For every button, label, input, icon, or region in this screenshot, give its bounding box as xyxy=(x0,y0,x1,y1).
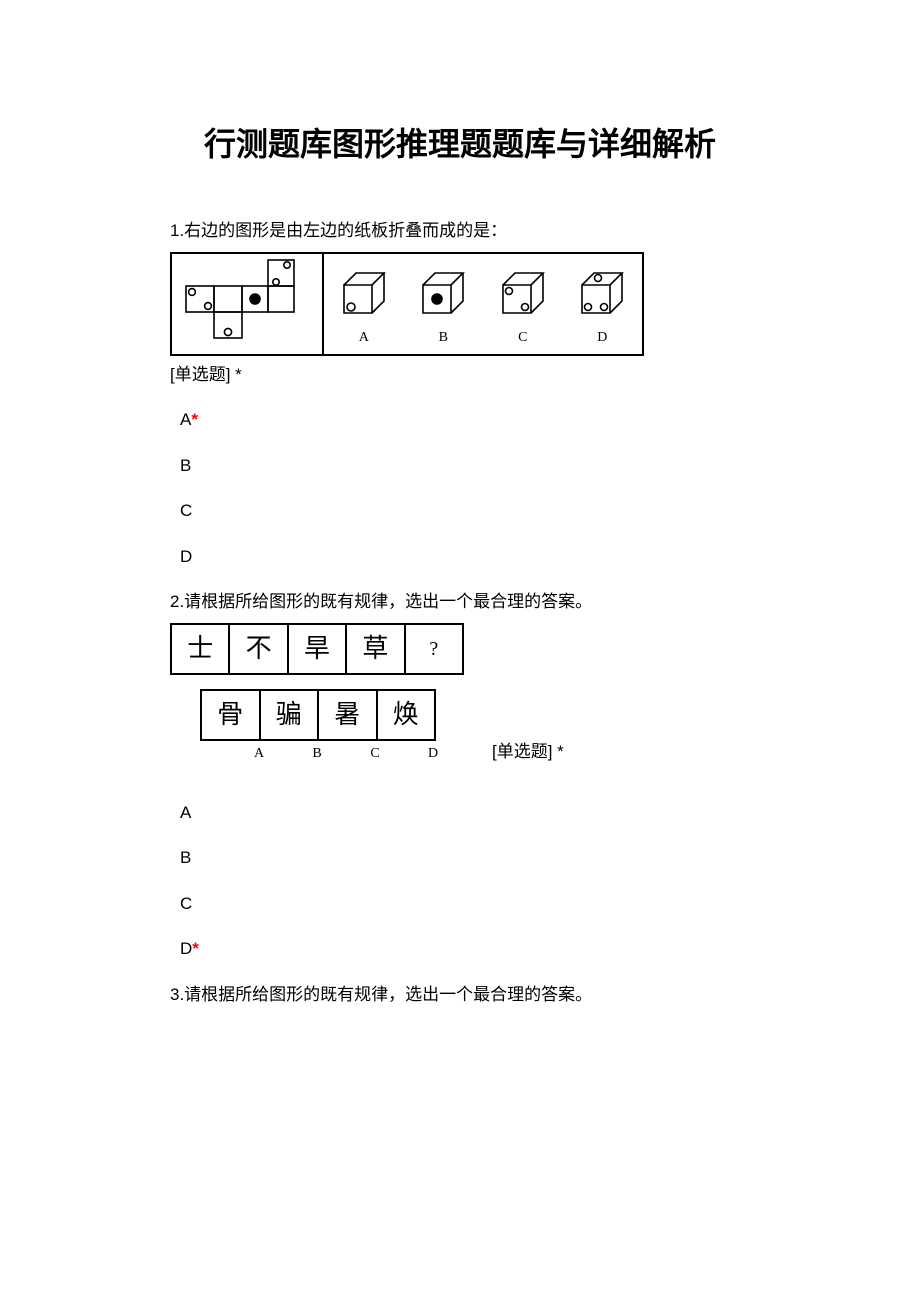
correct-star-icon: * xyxy=(192,939,199,958)
grid-cell: 草 xyxy=(347,625,405,673)
grid-cell: 骗 xyxy=(261,691,320,739)
option-label: B xyxy=(180,848,191,867)
cube-icon xyxy=(495,267,551,323)
char-row-2: 骨 骗 暑 焕 xyxy=(200,689,436,741)
answer-labels: A B C D xyxy=(230,743,462,764)
option-a[interactable]: A xyxy=(180,800,750,826)
option-label: A xyxy=(180,410,191,429)
question-text: 3.请根据所给图形的既有规律，选出一个最合理的答案。 xyxy=(170,982,750,1008)
answer-label: C xyxy=(346,743,404,764)
answer-cube-b: B xyxy=(415,267,471,348)
question-2-figure: 士 不 旱 草 ? 骨 骗 暑 焕 A B C D xyxy=(170,623,750,764)
answer-label: B xyxy=(288,743,346,764)
cube-net-icon xyxy=(172,254,324,354)
page-title: 行测题库图形推理题题库与详细解析 xyxy=(170,120,750,168)
answer-label: D xyxy=(404,743,462,764)
option-c[interactable]: C xyxy=(180,498,750,524)
grid-cell-question: ? xyxy=(406,625,462,673)
option-label: A xyxy=(180,803,191,822)
answer-cube-c: C xyxy=(495,267,551,348)
question-3: 3.请根据所给图形的既有规律，选出一个最合理的答案。 xyxy=(170,982,750,1008)
question-type-tag: [单选题] * xyxy=(170,362,750,388)
correct-star-icon: * xyxy=(191,410,198,429)
answer-label: A xyxy=(230,743,288,764)
option-d[interactable]: D xyxy=(180,544,750,570)
question-text: 2.请根据所给图形的既有规律，选出一个最合理的答案。 xyxy=(170,589,750,615)
question-type-tag: [单选题] * xyxy=(492,739,564,765)
option-a[interactable]: A* xyxy=(180,407,750,433)
question-2: 2.请根据所给图形的既有规律，选出一个最合理的答案。 士 不 旱 草 ? 骨 骗… xyxy=(170,589,750,962)
option-label: C xyxy=(180,501,192,520)
cube-icon xyxy=(336,267,392,323)
option-label: D xyxy=(180,547,192,566)
grid-cell: 骨 xyxy=(202,691,261,739)
option-label: D xyxy=(180,939,192,958)
option-d[interactable]: D* xyxy=(180,936,750,962)
cube-icon xyxy=(574,267,630,323)
option-b[interactable]: B xyxy=(180,845,750,871)
answer-cube-a: A xyxy=(336,267,392,348)
grid-cell: 士 xyxy=(172,625,230,673)
answer-cube-d: D xyxy=(574,267,630,348)
option-label: B xyxy=(180,456,191,475)
question-1: 1.右边的图形是由左边的纸板折叠而成的是： xyxy=(170,218,750,569)
grid-cell: 焕 xyxy=(378,691,435,739)
option-c[interactable]: C xyxy=(180,891,750,917)
grid-cell: 暑 xyxy=(319,691,378,739)
char-row-1: 士 不 旱 草 ? xyxy=(170,623,464,675)
option-b[interactable]: B xyxy=(180,453,750,479)
question-text: 1.右边的图形是由左边的纸板折叠而成的是： xyxy=(170,218,750,244)
question-1-figure: A B xyxy=(170,252,644,356)
grid-cell: 不 xyxy=(230,625,288,673)
grid-cell: 旱 xyxy=(289,625,347,673)
option-label: C xyxy=(180,894,192,913)
cube-icon xyxy=(415,267,471,323)
